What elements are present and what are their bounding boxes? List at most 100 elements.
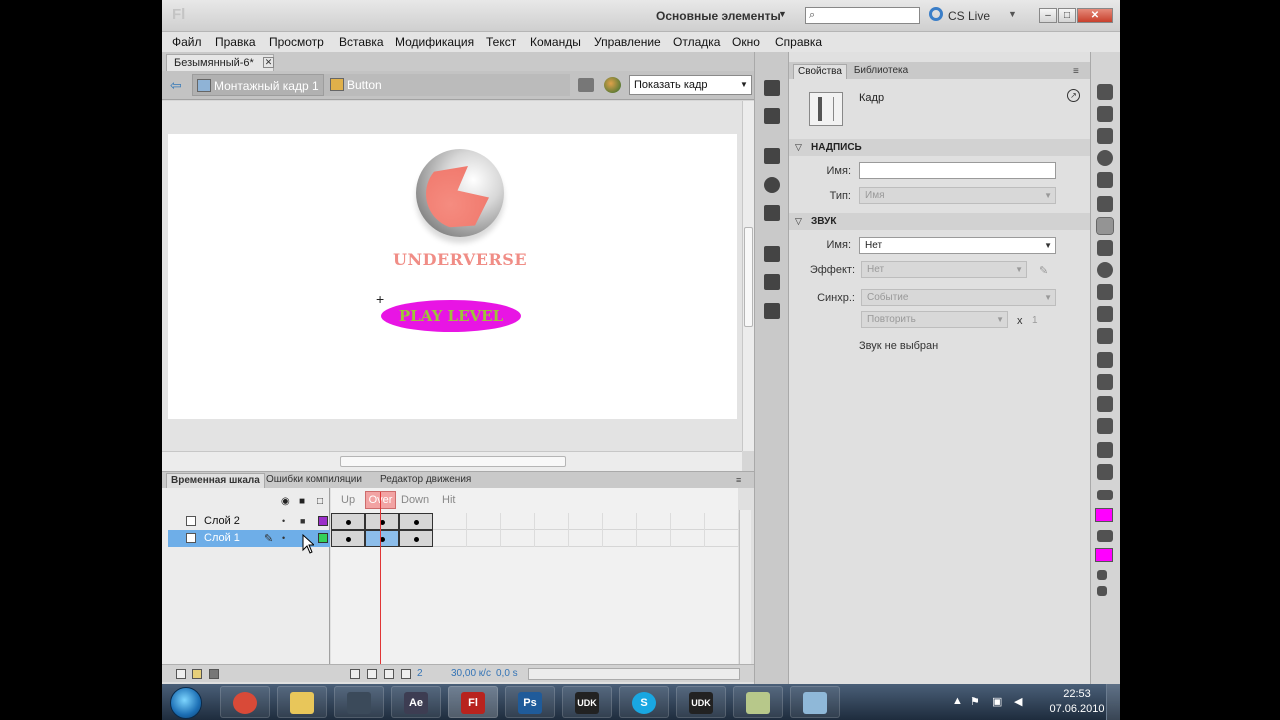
outline-icon[interactable]: □ [317,496,323,507]
text-tool-icon[interactable] [1096,217,1114,235]
back-arrow-icon[interactable]: ⇦ [170,77,186,93]
taskbar-app[interactable] [790,686,840,718]
cs-live-button[interactable]: CS Live [948,9,990,23]
layer-color-swatch[interactable] [318,533,328,543]
hand-tool-icon[interactable] [1097,442,1113,458]
taskbar-flash[interactable]: Fl [448,686,498,718]
edit-multiple-frames-icon[interactable] [401,669,411,679]
menu-control[interactable]: Управление [594,35,661,49]
pencil-icon[interactable]: ✎ [1039,264,1053,277]
brush-tool-icon[interactable] [1097,306,1113,322]
frame-cell[interactable] [501,530,535,547]
new-folder-icon[interactable] [192,669,202,679]
lock-toggle-icon[interactable]: ■ [300,516,305,526]
sync-select[interactable]: Событие ▼ [861,289,1056,306]
frame-rate[interactable]: 30,00 к/с [451,668,491,679]
logo-sphere[interactable] [416,149,504,237]
center-frame-icon[interactable] [350,669,360,679]
menu-help[interactable]: Справка [775,35,822,49]
brand-title[interactable]: UNDERVERSE [370,250,550,269]
deco-tool-icon[interactable] [1097,328,1113,344]
component-inspector-icon[interactable] [764,303,780,319]
3d-rotation-tool-icon[interactable] [1097,150,1113,166]
menu-view[interactable]: Просмотр [269,35,324,49]
menu-text[interactable]: Текст [486,35,516,49]
playhead[interactable] [380,492,381,668]
new-layer-icon[interactable] [176,669,186,679]
frames-grid[interactable]: Up Over Down Hit [331,488,739,668]
chevron-down-icon[interactable]: ▼ [1008,9,1017,19]
menu-modify[interactable]: Модификация [395,35,474,49]
sound-name-select[interactable]: Нет ▼ [859,237,1056,254]
keyframe-cell[interactable] [399,530,433,547]
workspace-switcher[interactable]: Основные элементы [656,9,781,23]
frame-cell[interactable] [467,513,501,530]
section-sound-header[interactable]: ▽ ЗВУК [789,213,1091,230]
tab-library[interactable]: Библиотека [849,64,913,79]
chevron-down-icon[interactable]: ▼ [778,9,787,19]
lock-icon[interactable]: ■ [299,496,305,507]
keyframe-cell[interactable] [331,530,365,547]
line-tool-icon[interactable] [1097,240,1113,256]
frame-cell[interactable] [603,513,637,530]
show-desktop-button[interactable] [1106,684,1120,720]
frame-header-up[interactable]: Up [341,494,355,506]
network-icon[interactable]: ▣ [992,695,1002,708]
tab-properties[interactable]: Свойства [793,64,847,79]
taskbar-notes[interactable] [733,686,783,718]
align-icon[interactable] [764,148,780,164]
repeat-select[interactable]: Повторить ▼ [861,311,1008,328]
maximize-button[interactable]: □ [1058,8,1076,23]
taskbar-chrome[interactable] [220,686,270,718]
frame-cell[interactable] [637,530,671,547]
panel-menu-icon[interactable]: ≡ [1073,66,1079,77]
repeat-count[interactable]: 1 [1032,315,1038,326]
zoom-select[interactable]: Показать кадр ▼ [629,75,752,95]
frame-cell[interactable] [535,530,569,547]
selection-tool-icon[interactable] [1097,84,1113,100]
taskbar-explorer[interactable] [277,686,327,718]
breadcrumb-scene[interactable]: Монтажный кадр 1 [192,74,324,96]
stroke-color-swatch[interactable] [1095,508,1113,522]
document-tab[interactable]: Безымянный-6* ✕ [166,54,274,71]
help-icon[interactable]: ↗ [1067,89,1080,102]
close-button[interactable]: ✕ [1077,8,1113,23]
layer-row[interactable]: Слой 2 • ■ [168,513,330,530]
timeline-horizontal-scrollbar[interactable] [528,668,740,680]
scroll-thumb[interactable] [744,227,753,327]
fill-color-swatch[interactable] [1095,548,1113,562]
default-colors-icon[interactable] [1097,570,1107,580]
section-label-header[interactable]: ▽ НАДПИСЬ [789,139,1091,156]
paint-bucket-tool-icon[interactable] [1097,374,1113,390]
menu-commands[interactable]: Команды [530,35,581,49]
breadcrumb-symbol[interactable]: Button [324,74,570,96]
search-input[interactable]: ⌕ [805,7,920,24]
scroll-thumb[interactable] [340,456,566,467]
transform-icon[interactable] [764,205,780,221]
label-type-select[interactable]: Имя ▼ [859,187,1056,204]
pen-tool-icon[interactable] [1097,196,1113,212]
cs-live-icon[interactable] [929,7,943,21]
start-button[interactable] [170,687,202,719]
keyframe-cell[interactable] [399,513,433,530]
oval-tool-icon[interactable] [1097,262,1113,278]
taskbar-media[interactable] [334,686,384,718]
clock-time[interactable]: 22:53 [1042,688,1112,700]
menu-insert[interactable]: Вставка [339,35,384,49]
menu-window[interactable]: Окно [732,35,760,49]
code-snippets-icon[interactable] [764,246,780,262]
stage-horizontal-scrollbar[interactable] [162,451,742,471]
stage[interactable]: UNDERVERSE + PLAY LEVEL [168,134,737,419]
frame-cell[interactable] [433,530,467,547]
panel-menu-icon[interactable]: ≡ [736,475,741,485]
tab-motion-editor[interactable]: Редактор движения [376,473,475,488]
frame-cell[interactable] [501,513,535,530]
eraser-tool-icon[interactable] [1097,418,1113,434]
flag-icon[interactable]: ⚑ [970,695,980,708]
layer-color-swatch[interactable] [318,516,328,526]
close-icon[interactable]: ✕ [263,57,274,68]
frame-cell[interactable] [535,513,569,530]
frame-header-hit[interactable]: Hit [442,494,455,506]
tab-timeline[interactable]: Временная шкала [166,473,265,488]
edit-scene-icon[interactable] [578,78,594,92]
